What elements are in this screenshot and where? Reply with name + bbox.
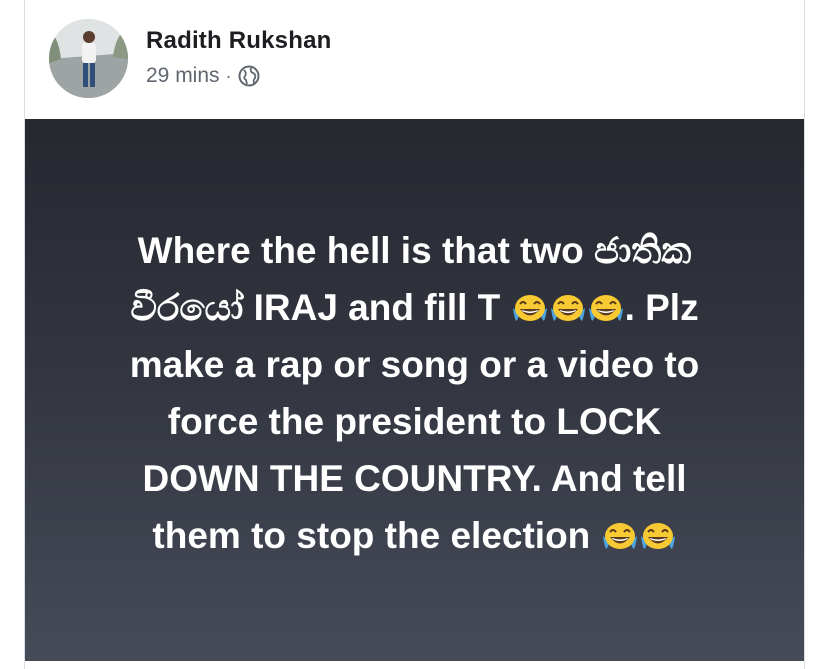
face-with-tears-of-joy-icon (511, 294, 549, 324)
post-card: Radith Rukshan 29 mins · Where the hell … (24, 0, 805, 669)
post-text-segment: වීරයෝ IRAJ and fill T (130, 287, 511, 328)
face-with-tears-of-joy-icon (601, 522, 639, 552)
post-text-line: වීරයෝ IRAJ and fill T . Plz (65, 279, 764, 336)
post-text-line: DOWN THE COUNTRY. And tell (142, 458, 687, 499)
avatar-photo (49, 19, 128, 98)
post-text: Where the hell is that two ජාතික වීරයෝ I… (65, 222, 764, 564)
meta-separator: · (225, 65, 232, 86)
post-meta: 29 mins · (146, 62, 260, 90)
globe-icon[interactable] (238, 65, 260, 87)
post-header: Radith Rukshan 29 mins · (25, 0, 804, 118)
face-with-tears-of-joy-icon (587, 294, 625, 324)
post-text-line: make a rap or song or a video to (129, 344, 700, 385)
post-text-segment: . Plz (624, 287, 699, 328)
face-with-tears-of-joy-icon (549, 294, 587, 324)
post-time[interactable]: 29 mins (146, 64, 220, 88)
post-text-line: Where the hell is that two ජාතික (137, 230, 692, 271)
avatar[interactable] (49, 19, 128, 98)
author-name[interactable]: Radith Rukshan (146, 27, 331, 55)
post-text-line: force the president to LOCK (167, 401, 662, 442)
post-text-segment: them to stop the election (152, 515, 601, 556)
post-footer-edge (25, 661, 804, 669)
post-text-line: them to stop the election (65, 507, 764, 564)
face-with-tears-of-joy-icon (639, 522, 677, 552)
